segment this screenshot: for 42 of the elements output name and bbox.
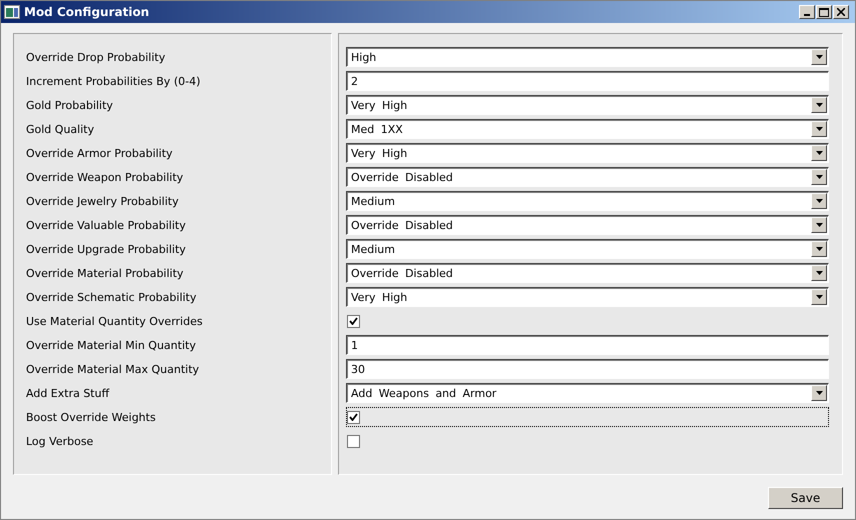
setting-label: Log Verbose — [26, 434, 94, 448]
setting-label: Override Upgrade Probability — [26, 242, 186, 256]
dropdown[interactable]: Override Disabled — [346, 215, 829, 235]
window-title: Mod Configuration — [24, 5, 150, 19]
minimize-button[interactable] — [799, 5, 815, 19]
input-field[interactable]: 1 — [346, 335, 829, 355]
setting-label: Gold Quality — [26, 122, 94, 136]
maximize-icon — [819, 8, 829, 16]
dropdown[interactable]: Very High — [346, 95, 829, 115]
app-icon — [4, 5, 20, 19]
close-button[interactable] — [833, 5, 849, 19]
dropdown[interactable]: High — [346, 47, 829, 67]
setting-label: Override Material Max Quantity — [26, 362, 200, 376]
setting-label: Override Armor Probability — [26, 146, 173, 160]
setting-label: Override Weapon Probability — [26, 170, 184, 184]
setting-label: Override Jewelry Probability — [26, 194, 179, 208]
close-icon — [837, 8, 845, 16]
setting-label: Gold Probability — [26, 98, 113, 112]
maximize-button[interactable] — [816, 5, 832, 19]
dropdown[interactable]: Override Disabled — [346, 263, 829, 283]
setting-label: Boost Override Weights — [26, 410, 156, 424]
setting-label: Increment Probabilities By (0-4) — [26, 74, 200, 88]
checkbox[interactable] — [347, 410, 360, 424]
setting-label: Override Schematic Probability — [26, 290, 196, 304]
setting-label: Use Material Quantity Overrides — [26, 314, 203, 328]
dropdown[interactable]: Override Disabled — [346, 167, 829, 187]
setting-label: Override Valuable Probability — [26, 218, 186, 232]
save-button[interactable]: Save — [768, 487, 843, 509]
checkbox[interactable] — [347, 434, 360, 448]
setting-label: Add Extra Stuff — [26, 386, 110, 400]
dropdown[interactable]: Med 1XX — [346, 119, 829, 139]
checkbox[interactable] — [347, 314, 360, 328]
dropdown[interactable]: Very High — [346, 143, 829, 163]
setting-label: Override Drop Probability — [26, 50, 166, 64]
setting-label: Override Material Min Quantity — [26, 338, 196, 352]
dropdown[interactable]: Add Weapons and Armor — [346, 383, 829, 403]
setting-label: Override Material Probability — [26, 266, 184, 280]
dropdown[interactable]: Very High — [346, 287, 829, 307]
dropdown[interactable]: Medium — [346, 191, 829, 211]
input-field[interactable]: 2 — [346, 71, 829, 91]
dropdown[interactable]: Medium — [346, 239, 829, 259]
input-field[interactable]: 30 — [346, 359, 829, 379]
